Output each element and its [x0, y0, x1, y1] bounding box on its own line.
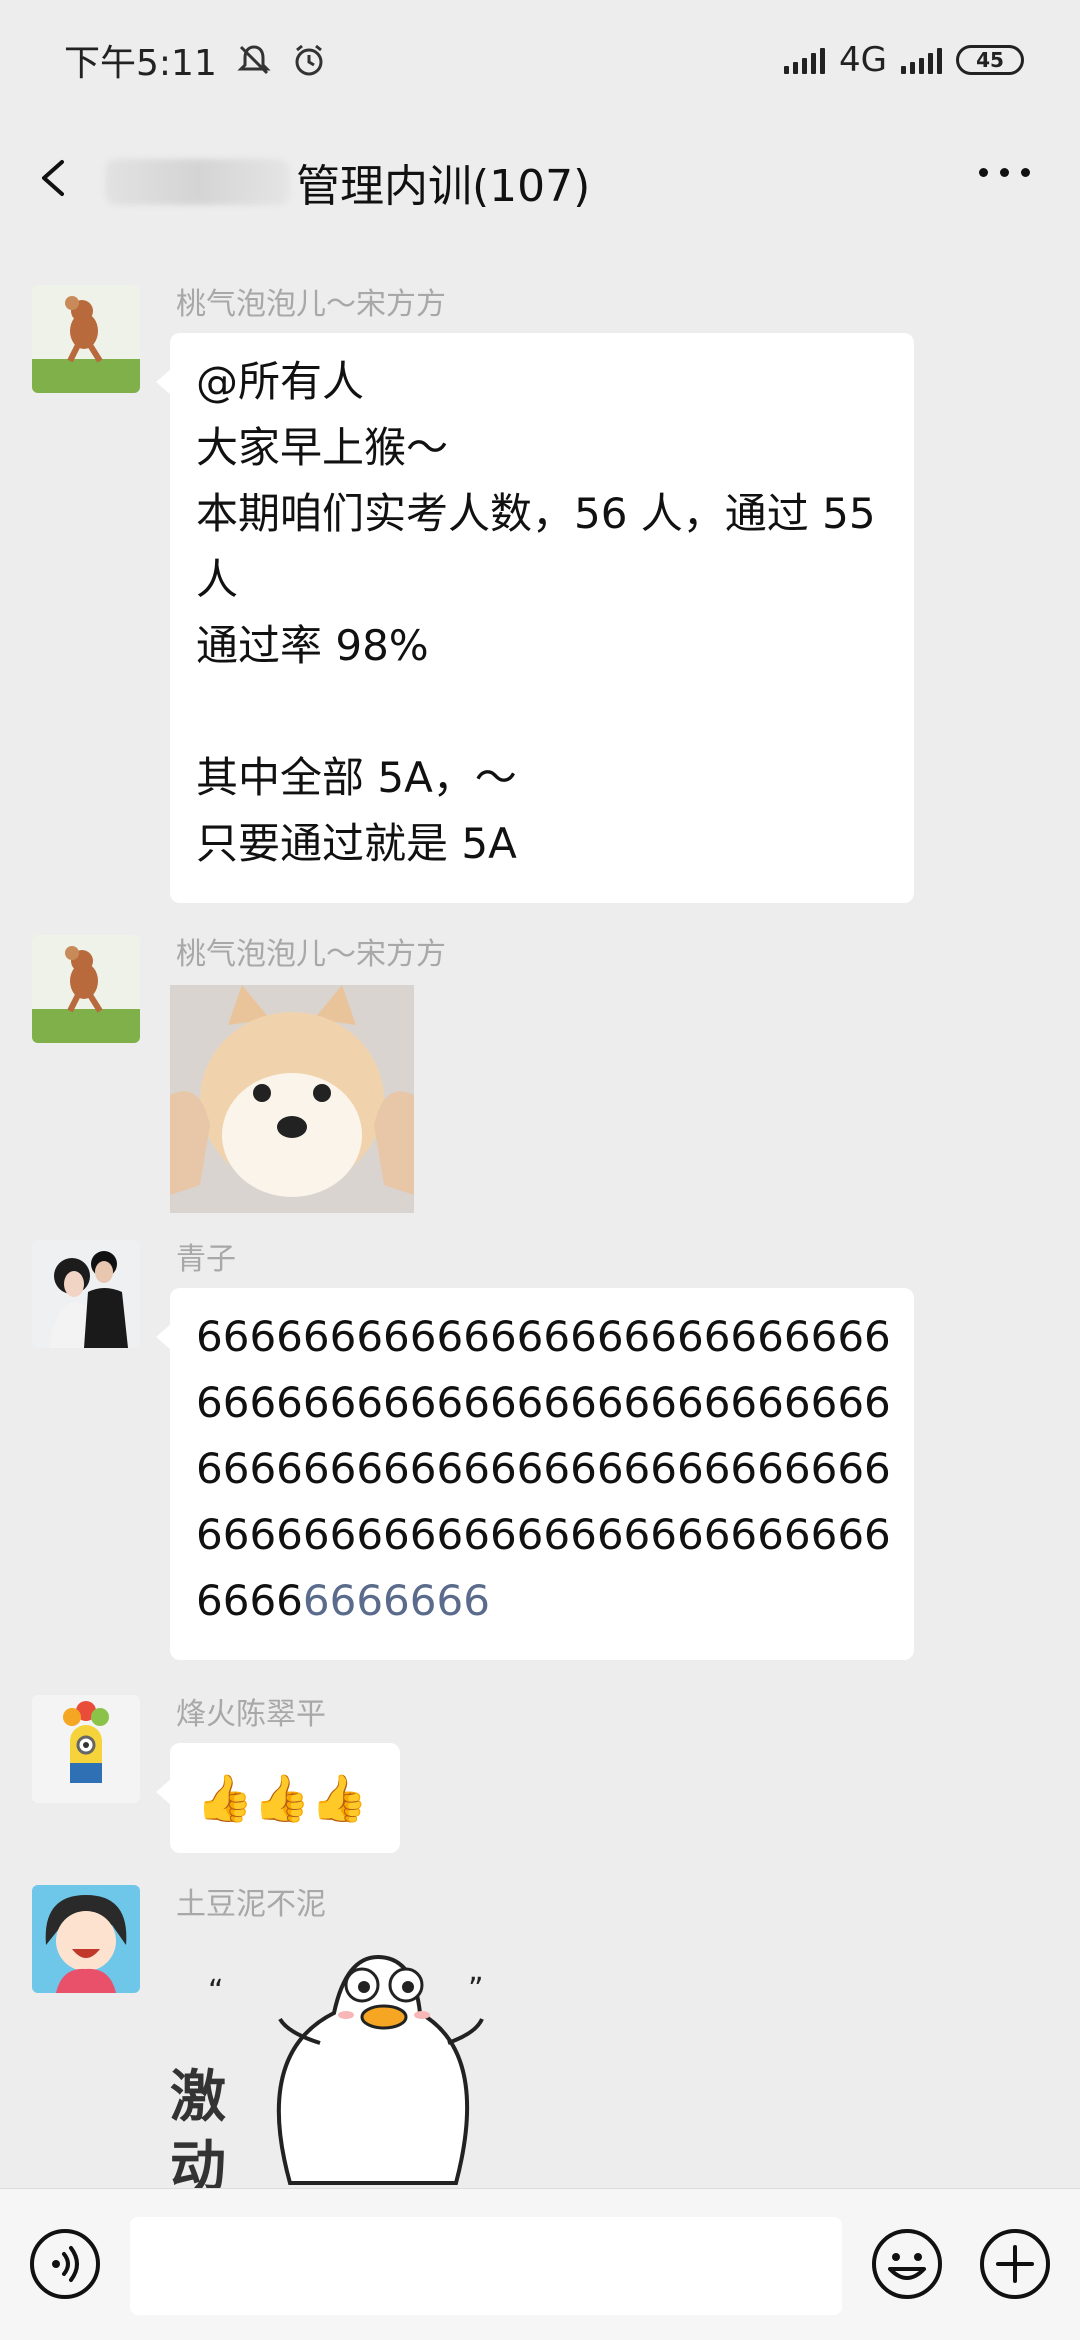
- sticker-text: 激动: [170, 2065, 226, 2193]
- signal-icon-2: [901, 46, 942, 74]
- message-line: 只要通过就是 5A: [196, 819, 517, 868]
- message-line: 66666666666666666666666666: [196, 1378, 891, 1427]
- message-line: 通过率 98%: [196, 621, 429, 670]
- sender-name: 土豆泥不泥: [176, 1887, 326, 1922]
- message-line-last: 66666666666: [196, 1568, 888, 1634]
- message-line: @所有人: [196, 357, 365, 406]
- message-3: 青子 66666666666666666666666666 6666666666…: [32, 1240, 932, 1670]
- message-bubble[interactable]: 👍👍👍: [156, 1743, 400, 1853]
- more-dots-icon[interactable]: [979, 168, 1030, 177]
- svg-text:”: ”: [468, 1972, 484, 2007]
- cartoon-mouse-avatar[interactable]: [32, 935, 140, 1043]
- chat-title-text: 管理内训(107): [296, 161, 591, 212]
- message-line: 本期咱们实考人数，56 人，通过 55: [196, 489, 876, 538]
- message-5: 土豆泥不泥 “ ” 激动: [32, 1885, 932, 2193]
- voice-icon[interactable]: [28, 2227, 102, 2301]
- message-bubble[interactable]: @所有人 大家早上猴～ 本期咱们实考人数，56 人，通过 55 人 通过率 98…: [156, 333, 914, 903]
- message-2: 桃气泡泡儿～宋方方: [32, 935, 932, 1215]
- message-bubble[interactable]: 66666666666666666666666666 6666666666666…: [156, 1288, 914, 1660]
- minion-avatar[interactable]: [32, 1695, 140, 1803]
- sender-name: 烽火陈翠平: [176, 1697, 326, 1732]
- cartoon-girl-avatar[interactable]: [32, 1885, 140, 1993]
- message-line: 66666666666666666666666666: [196, 1510, 891, 1559]
- battery-level: 45: [976, 48, 1004, 72]
- message-line: 66666666666666666666666666: [196, 1444, 891, 1493]
- message-line: 大家早上猴～: [196, 423, 449, 472]
- message-line: [196, 679, 888, 745]
- message-line: 其中全部 5A，～: [196, 753, 517, 802]
- mute-bell-icon: [237, 45, 271, 75]
- message-line: 66666666666666666666666666: [196, 1312, 891, 1361]
- sender-name: 桃气泡泡儿～宋方方: [176, 287, 446, 322]
- status-right: 4G 45: [784, 40, 1024, 80]
- message-input[interactable]: [130, 2217, 842, 2315]
- plus-icon[interactable]: [978, 2227, 1052, 2301]
- sender-name: 桃气泡泡儿～宋方方: [176, 937, 446, 972]
- shiba-dog-sticker[interactable]: [170, 985, 414, 1213]
- chat-title: 管理内训(107): [105, 150, 590, 214]
- blurred-title-part: [105, 159, 290, 205]
- message-1: 桃气泡泡儿～宋方方 @所有人 大家早上猴～ 本期咱们实考人数，56 人，通过 5…: [32, 285, 932, 905]
- status-time: 下午5:11: [64, 43, 217, 84]
- network-label: 4G: [839, 40, 887, 80]
- status-left: 下午5:11: [64, 34, 327, 86]
- phone-number-link[interactable]: 6666666: [303, 1576, 490, 1625]
- svg-text:“: “: [208, 1974, 224, 2009]
- duck-sticker[interactable]: “ ” 激动: [170, 1933, 530, 2193]
- emoji-icon[interactable]: [870, 2227, 944, 2301]
- message-text: 6666: [196, 1576, 303, 1625]
- battery-icon: 45: [956, 45, 1024, 75]
- signal-icon: [784, 46, 826, 74]
- sender-name: 青子: [176, 1242, 236, 1277]
- message-line: 人: [196, 555, 239, 604]
- chat-header: 管理内训(107): [0, 120, 1080, 235]
- status-bar: 下午5:11 4G 45: [0, 0, 1080, 120]
- message-4: 烽火陈翠平 👍👍👍: [32, 1695, 932, 1855]
- thumbs-up-emojis: 👍👍👍: [196, 1771, 368, 1825]
- input-bar: [0, 2188, 1080, 2340]
- couple-photo-avatar[interactable]: [32, 1240, 140, 1348]
- cartoon-mouse-avatar[interactable]: [32, 285, 140, 393]
- alarm-icon: [295, 44, 323, 76]
- back-arrow-icon[interactable]: [30, 150, 80, 206]
